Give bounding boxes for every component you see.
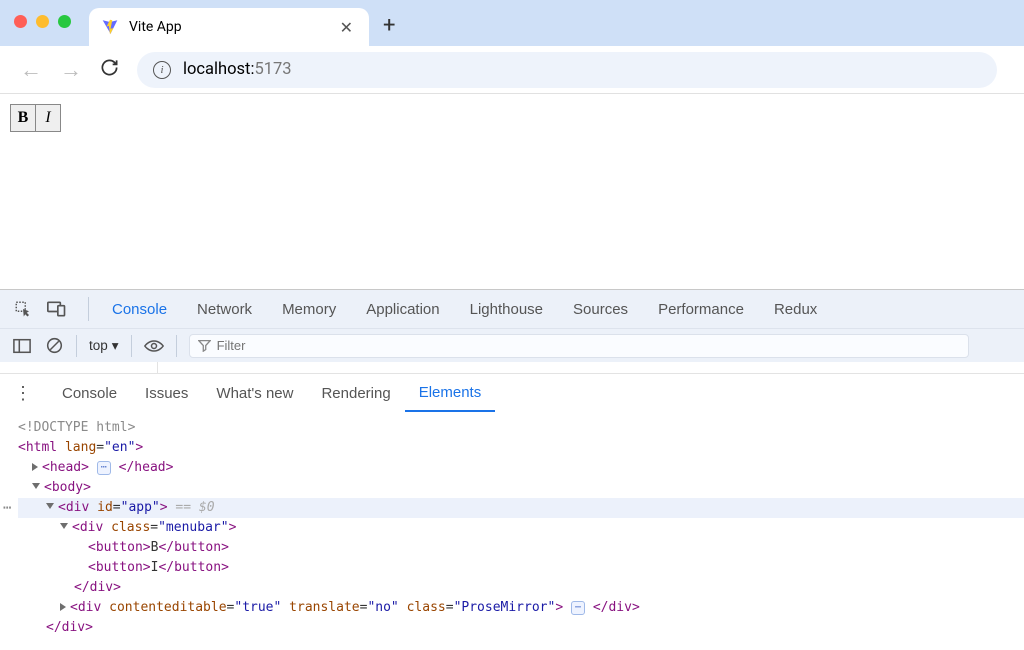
vite-favicon-icon (101, 18, 119, 36)
browser-tab[interactable]: Vite App ✕ (89, 8, 369, 46)
menubar-div-node[interactable]: <div class="menubar"> (18, 518, 1024, 538)
divider (131, 335, 132, 357)
inspect-element-icon[interactable] (12, 298, 34, 320)
nav-forward-button[interactable]: → (60, 57, 82, 83)
console-toolbar: top ▾ (0, 328, 1024, 362)
bold-button[interactable]: B (10, 104, 36, 132)
devtools-tab-bar: ConsoleNetworkMemoryApplicationLighthous… (0, 290, 1024, 328)
italic-button[interactable]: I (35, 104, 61, 132)
drawer-tab-what-s-new[interactable]: What's new (202, 374, 307, 412)
filter-icon (198, 339, 211, 352)
site-info-icon[interactable]: i (153, 61, 171, 79)
console-filter[interactable] (189, 334, 969, 358)
drawer-tab-console[interactable]: Console (48, 374, 131, 412)
execution-context-selector[interactable]: top ▾ (89, 338, 119, 354)
devtools-panel: ConsoleNetworkMemoryApplicationLighthous… (0, 289, 1024, 644)
button-b-node[interactable]: <button>B</button> (18, 538, 1024, 558)
devtools-tab-application[interactable]: Application (351, 290, 454, 328)
devtools-tab-network[interactable]: Network (182, 290, 267, 328)
devtools-drawer-tabs: ⋮ ConsoleIssuesWhat's newRenderingElemen… (0, 374, 1024, 412)
traffic-lights (14, 15, 71, 28)
elements-tree[interactable]: <!DOCTYPE html> <html lang="en"> <head> … (0, 412, 1024, 644)
device-toolbar-icon[interactable] (46, 298, 68, 320)
browser-tab-strip: Vite App ✕ + (0, 0, 1024, 46)
drawer-tab-elements[interactable]: Elements (405, 374, 496, 412)
filter-input[interactable] (217, 338, 960, 353)
devtools-tab-redux[interactable]: Redux (759, 290, 832, 328)
tab-close-icon[interactable]: ✕ (336, 18, 357, 37)
devtools-tab-sources[interactable]: Sources (558, 290, 643, 328)
page-viewport: B I (0, 94, 1024, 289)
nav-back-button[interactable]: ← (20, 57, 42, 83)
head-node[interactable]: <head> ⋯ </head> (18, 458, 1024, 478)
more-tabs-icon[interactable]: ⋮ (14, 383, 32, 404)
body-node[interactable]: <body> (18, 478, 1024, 498)
html-node[interactable]: <html lang="en"> (18, 438, 1024, 458)
divider (176, 335, 177, 357)
menubar-close-node[interactable]: </div> (18, 578, 1024, 598)
url-text: localhost:5173 (183, 60, 292, 79)
toggle-sidebar-icon[interactable] (12, 336, 32, 356)
divider (88, 297, 89, 321)
tab-title: Vite App (129, 19, 326, 35)
divider (76, 335, 77, 357)
devtools-tab-console[interactable]: Console (97, 290, 182, 328)
url-field[interactable]: i localhost:5173 (137, 52, 997, 88)
console-body (0, 362, 1024, 374)
new-tab-button[interactable]: + (383, 13, 395, 38)
window-minimize-button[interactable] (36, 15, 49, 28)
editor-menubar: B I (10, 104, 1014, 132)
doctype-node[interactable]: <!DOCTYPE html> (18, 418, 1024, 438)
app-div-node[interactable]: ⋯<div id="app"> == $0 (18, 498, 1024, 518)
clear-console-icon[interactable] (44, 336, 64, 356)
app-close-node[interactable]: </div> (18, 618, 1024, 638)
reload-button[interactable] (100, 58, 119, 82)
button-i-node[interactable]: <button>I</button> (18, 558, 1024, 578)
window-zoom-button[interactable] (58, 15, 71, 28)
devtools-tab-performance[interactable]: Performance (643, 290, 759, 328)
address-bar: ← → i localhost:5173 (0, 46, 1024, 94)
devtools-tab-memory[interactable]: Memory (267, 290, 351, 328)
drawer-tab-issues[interactable]: Issues (131, 374, 202, 412)
prosemirror-node[interactable]: <div contenteditable="true" translate="n… (18, 598, 1024, 618)
drawer-tab-rendering[interactable]: Rendering (307, 374, 404, 412)
window-close-button[interactable] (14, 15, 27, 28)
devtools-tab-lighthouse[interactable]: Lighthouse (455, 290, 558, 328)
chevron-down-icon: ▾ (112, 338, 119, 354)
live-expression-icon[interactable] (144, 336, 164, 356)
